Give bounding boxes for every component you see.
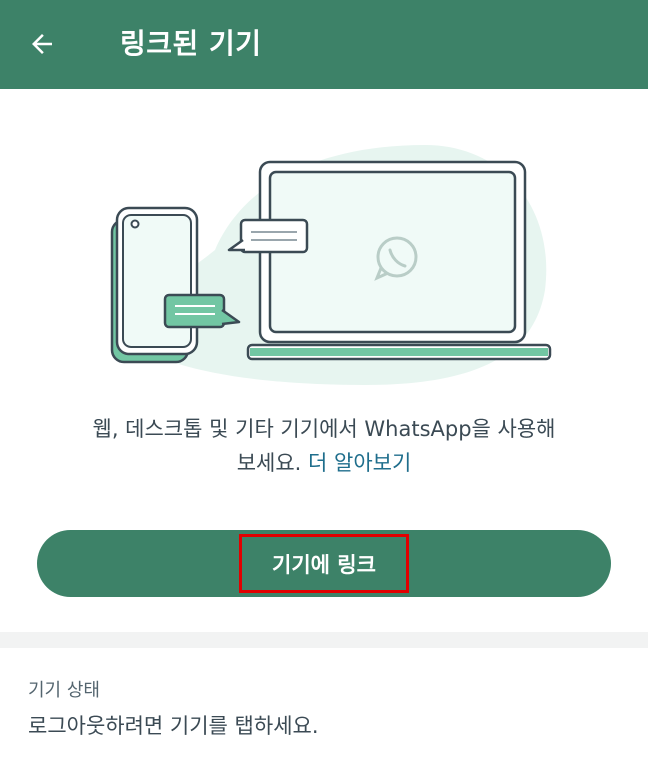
link-device-button[interactable]: 기기에 링크 bbox=[37, 530, 611, 597]
intro-line-2-text: 보세요. bbox=[236, 451, 302, 475]
intro-line-2: 보세요. 더 알아보기 bbox=[30, 446, 618, 480]
app-bar: 링크된 기기 bbox=[0, 0, 648, 89]
arrow-back-icon bbox=[32, 34, 52, 54]
learn-more-link[interactable]: 더 알아보기 bbox=[308, 451, 411, 475]
back-button[interactable] bbox=[22, 24, 62, 64]
device-status-hint: 로그아웃하려면 기기를 탭하세요. bbox=[28, 714, 319, 738]
intro-text: 웹, 데스크톱 및 기타 기기에서 WhatsApp을 사용해 보세요. 더 알… bbox=[30, 412, 618, 480]
page-title: 링크된 기기 bbox=[120, 27, 262, 60]
intro-line-1: 웹, 데스크톱 및 기타 기기에서 WhatsApp을 사용해 bbox=[92, 417, 556, 441]
linked-devices-illustration bbox=[110, 145, 552, 385]
device-status-heading: 기기 상태 bbox=[28, 680, 100, 701]
link-device-button-label: 기기에 링크 bbox=[239, 534, 409, 593]
section-divider bbox=[0, 632, 648, 648]
